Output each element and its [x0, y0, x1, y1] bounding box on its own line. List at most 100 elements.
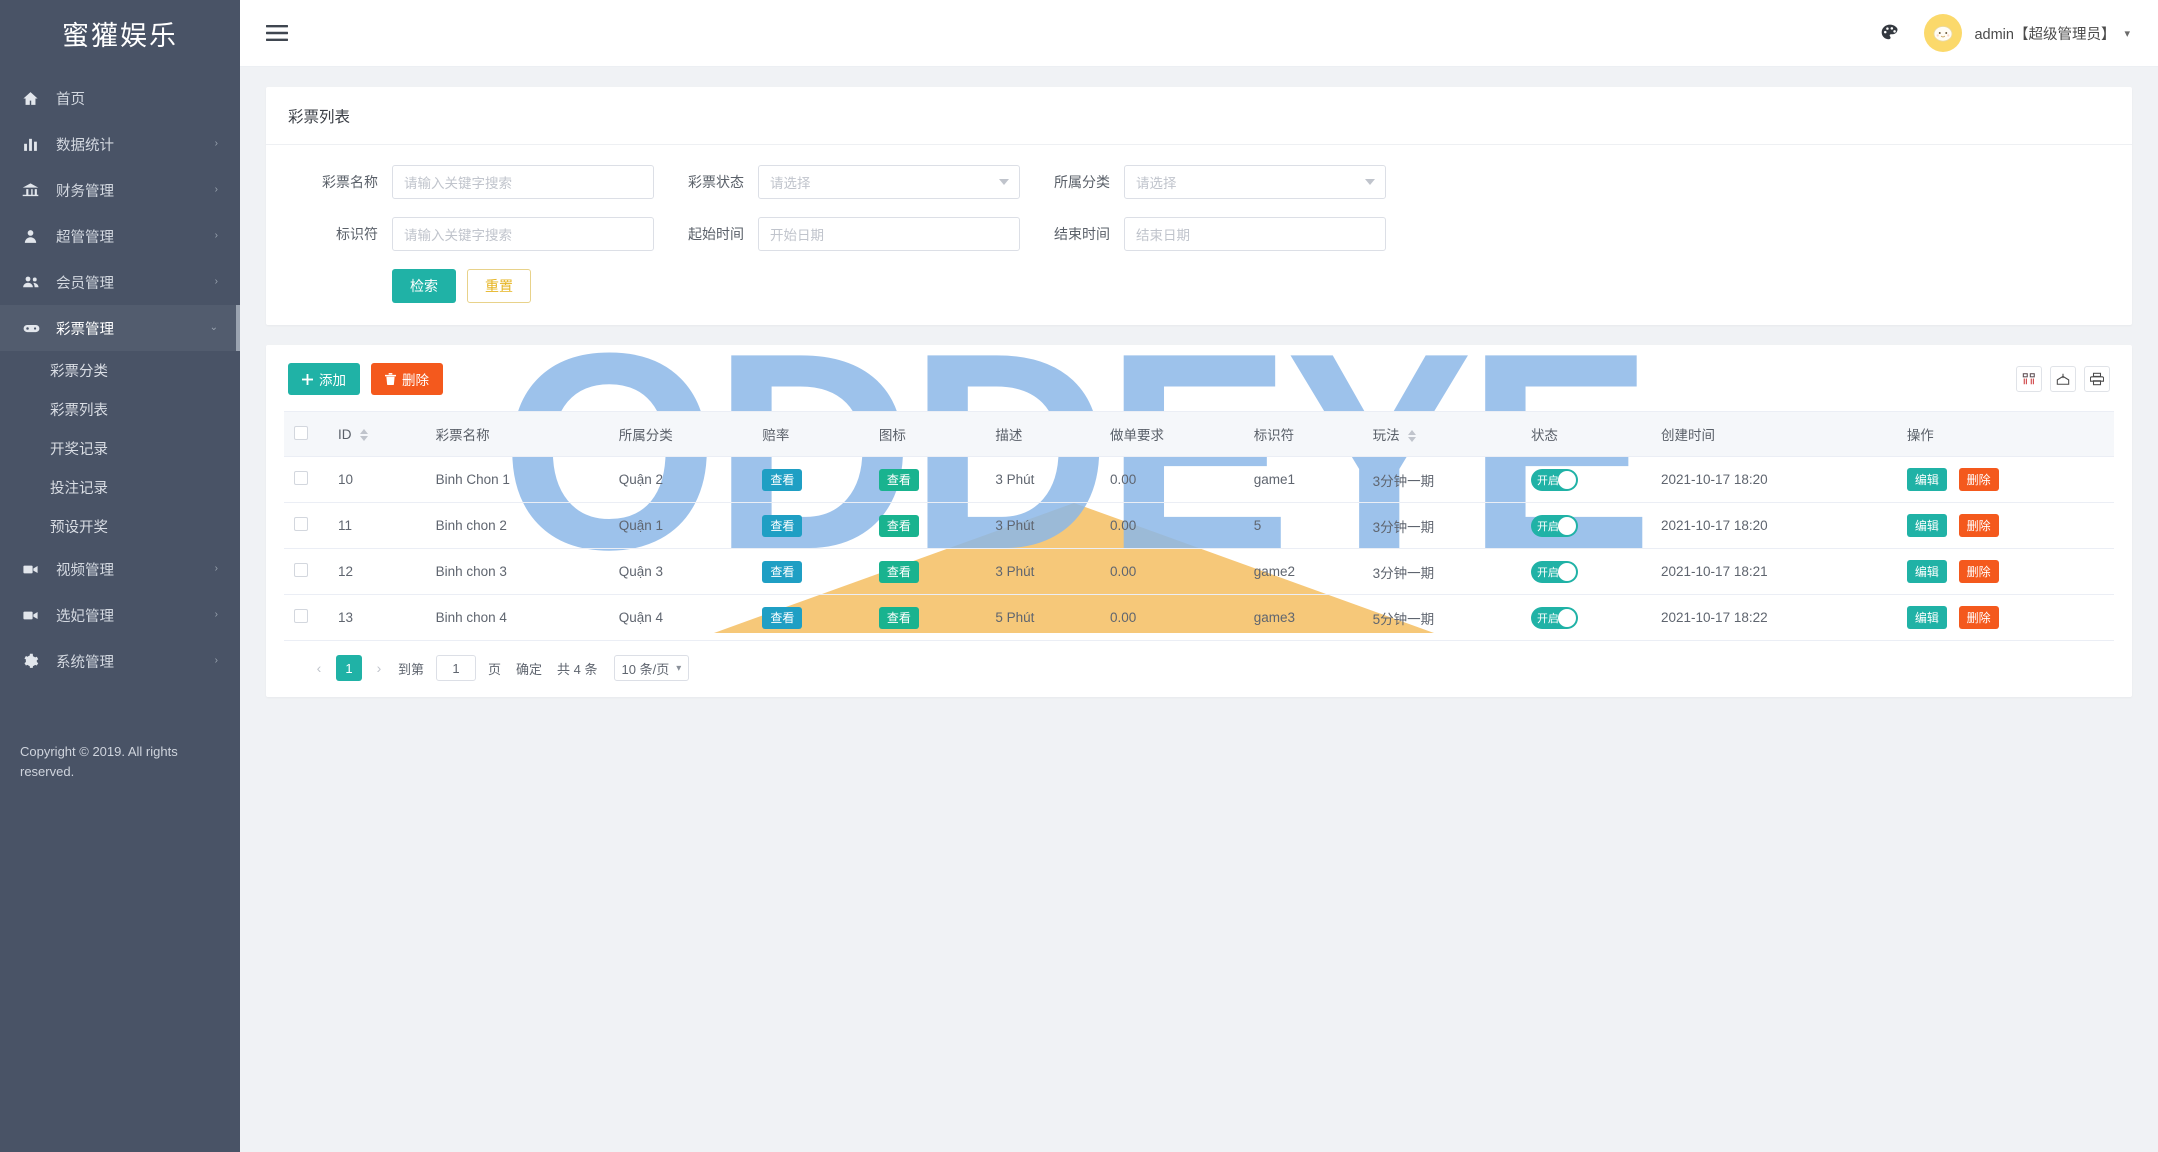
sidebar-item-lottery[interactable]: 彩票管理 ⌄: [0, 305, 240, 351]
sidebar-item-video[interactable]: 视频管理 ›: [0, 546, 240, 592]
sort-icon[interactable]: [1408, 430, 1417, 443]
select-all-checkbox[interactable]: [294, 425, 308, 440]
chevron-right-icon: ›: [214, 138, 218, 149]
row-delete-button[interactable]: 删除: [1958, 514, 1999, 537]
view-icon-button[interactable]: 查看: [878, 514, 919, 537]
sidebar-item-statistics[interactable]: 数据统计 ›: [0, 121, 240, 167]
user-icon: [22, 228, 46, 245]
cell-name: Binh Chon 1: [425, 456, 609, 503]
cell-id: 10: [328, 456, 426, 503]
sidebar-subitem-label: 投注记录: [50, 481, 108, 497]
cell-created: 2021-10-17 18:20: [1651, 502, 1897, 549]
identifier-input[interactable]: 请输入关键字搜索: [392, 217, 654, 251]
sidebar-copyright: Copyright © 2019. All rights reserved.: [20, 744, 178, 780]
delete-button[interactable]: 删除: [371, 363, 443, 395]
cell-odds: 查看: [752, 548, 869, 595]
sidebar-item-label: 财务管理: [56, 183, 114, 200]
row-edit-button[interactable]: 编辑: [1906, 514, 1947, 537]
status-toggle[interactable]: 开启: [1530, 606, 1578, 629]
goto-page-input[interactable]: 1: [436, 655, 477, 681]
view-odds-button[interactable]: 查看: [762, 560, 803, 583]
prev-page-button[interactable]: ‹: [306, 655, 332, 681]
row-delete-button[interactable]: 删除: [1958, 606, 1999, 629]
sidebar-item-concubine[interactable]: 选妃管理 ›: [0, 592, 240, 638]
status-toggle[interactable]: 开启: [1530, 514, 1578, 537]
cell-icon: 查看: [868, 594, 986, 641]
column-header-play[interactable]: 玩法: [1362, 411, 1521, 457]
sidebar-item-home[interactable]: 首页: [0, 75, 240, 121]
search-actions: 检索 重置: [288, 269, 2110, 303]
page-size-select[interactable]: 10 条/页 ▾: [613, 655, 690, 681]
cell-created: 2021-10-17 18:20: [1651, 456, 1897, 503]
columns-icon[interactable]: [2016, 366, 2042, 392]
user-menu[interactable]: admin【超级管理员】 ▾: [1924, 14, 2130, 52]
status-toggle[interactable]: 开启: [1530, 468, 1578, 491]
chevron-right-icon: ›: [214, 655, 218, 666]
lottery-name-input[interactable]: 请输入关键字搜索: [392, 165, 654, 199]
view-icon-button[interactable]: 查看: [878, 560, 919, 583]
next-page-button[interactable]: ›: [366, 655, 392, 681]
sidebar-nav: 首页 数据统计 › 财务管理 › 超管管理 › 会员管理 › 彩票管理 ⌄ 彩票…: [0, 67, 240, 684]
add-button[interactable]: 添加: [288, 363, 360, 395]
search-button[interactable]: 检索: [392, 269, 456, 303]
row-delete-button[interactable]: 删除: [1958, 560, 1999, 583]
cell-play: 3分钟一期: [1362, 502, 1521, 549]
row-select-cell: [284, 456, 328, 503]
start-date-input[interactable]: 开始日期: [758, 217, 1020, 251]
goto-label: 到第: [398, 661, 425, 677]
search-card: 彩票列表 彩票名称 请输入关键字搜索 彩票状态 请选择 所属分类 请选择 标识符…: [266, 87, 2132, 325]
toggle-knob: [1557, 562, 1576, 581]
sidebar-subitem-lottery-category[interactable]: 彩票分类: [0, 351, 240, 390]
row-edit-button[interactable]: 编辑: [1906, 606, 1947, 629]
view-odds-button[interactable]: 查看: [762, 606, 803, 629]
row-delete-button[interactable]: 删除: [1958, 468, 1999, 491]
row-checkbox[interactable]: [294, 471, 308, 485]
row-edit-button[interactable]: 编辑: [1906, 560, 1947, 583]
sort-icon[interactable]: [360, 428, 369, 441]
app-root: 蜜獾娱乐 首页 数据统计 › 财务管理 › 超管管理 › 会员管理 › 彩票管理…: [0, 0, 2158, 1152]
cell-id: 12: [328, 548, 426, 595]
column-header-id[interactable]: ID: [328, 411, 426, 457]
column-label: ID: [338, 426, 352, 442]
export-icon[interactable]: [2050, 366, 2076, 392]
print-icon[interactable]: [2084, 366, 2110, 392]
view-icon-button[interactable]: 查看: [878, 606, 919, 629]
row-checkbox[interactable]: [294, 517, 308, 531]
page-number-1[interactable]: 1: [336, 655, 362, 681]
sidebar-subitem-preset-draw[interactable]: 预设开奖: [0, 507, 240, 546]
category-select[interactable]: 请选择: [1124, 165, 1386, 199]
sidebar-item-label: 视频管理: [56, 562, 114, 579]
view-odds-button[interactable]: 查看: [762, 514, 803, 537]
sidebar-item-system[interactable]: 系统管理 ›: [0, 638, 240, 684]
field-group-end-time: 结束时间 结束日期: [1020, 217, 1386, 251]
status-toggle-label: 开启: [1536, 612, 1559, 625]
toggle-knob: [1557, 516, 1576, 535]
page-size-label: 10 条/页: [621, 661, 670, 677]
status-toggle[interactable]: 开启: [1530, 560, 1578, 583]
avatar: [1924, 14, 1963, 52]
row-edit-button[interactable]: 编辑: [1906, 468, 1947, 491]
lottery-status-select[interactable]: 请选择: [758, 165, 1020, 199]
row-select-cell: [284, 548, 328, 595]
view-odds-button[interactable]: 查看: [762, 468, 803, 491]
cell-identifier: 5: [1243, 502, 1363, 549]
sidebar-item-finance[interactable]: 财务管理 ›: [0, 167, 240, 213]
sidebar-item-members[interactable]: 会员管理 ›: [0, 259, 240, 305]
sidebar-subitem-draw-records[interactable]: 开奖记录: [0, 429, 240, 468]
palette-icon[interactable]: [1880, 23, 1900, 43]
end-date-input[interactable]: 结束日期: [1124, 217, 1386, 251]
select-all-header: [284, 411, 328, 457]
sidebar-item-admin[interactable]: 超管管理 ›: [0, 213, 240, 259]
sidebar-subitem-lottery-list[interactable]: 彩票列表: [0, 390, 240, 429]
reset-button[interactable]: 重置: [467, 269, 531, 303]
hamburger-icon[interactable]: [262, 20, 292, 46]
sidebar-subitem-bet-records[interactable]: 投注记录: [0, 468, 240, 507]
row-checkbox[interactable]: [294, 563, 308, 577]
goto-confirm-button[interactable]: 确定: [516, 659, 542, 678]
cell-odds: 查看: [752, 456, 869, 503]
chevron-right-icon: ›: [214, 563, 218, 574]
cell-icon: 查看: [868, 456, 986, 503]
view-icon-button[interactable]: 查看: [878, 468, 919, 491]
row-checkbox[interactable]: [294, 609, 308, 623]
table-row: 12 Binh chon 3 Quận 3 查看 查看 3 Phút 0.00 …: [284, 548, 2114, 595]
